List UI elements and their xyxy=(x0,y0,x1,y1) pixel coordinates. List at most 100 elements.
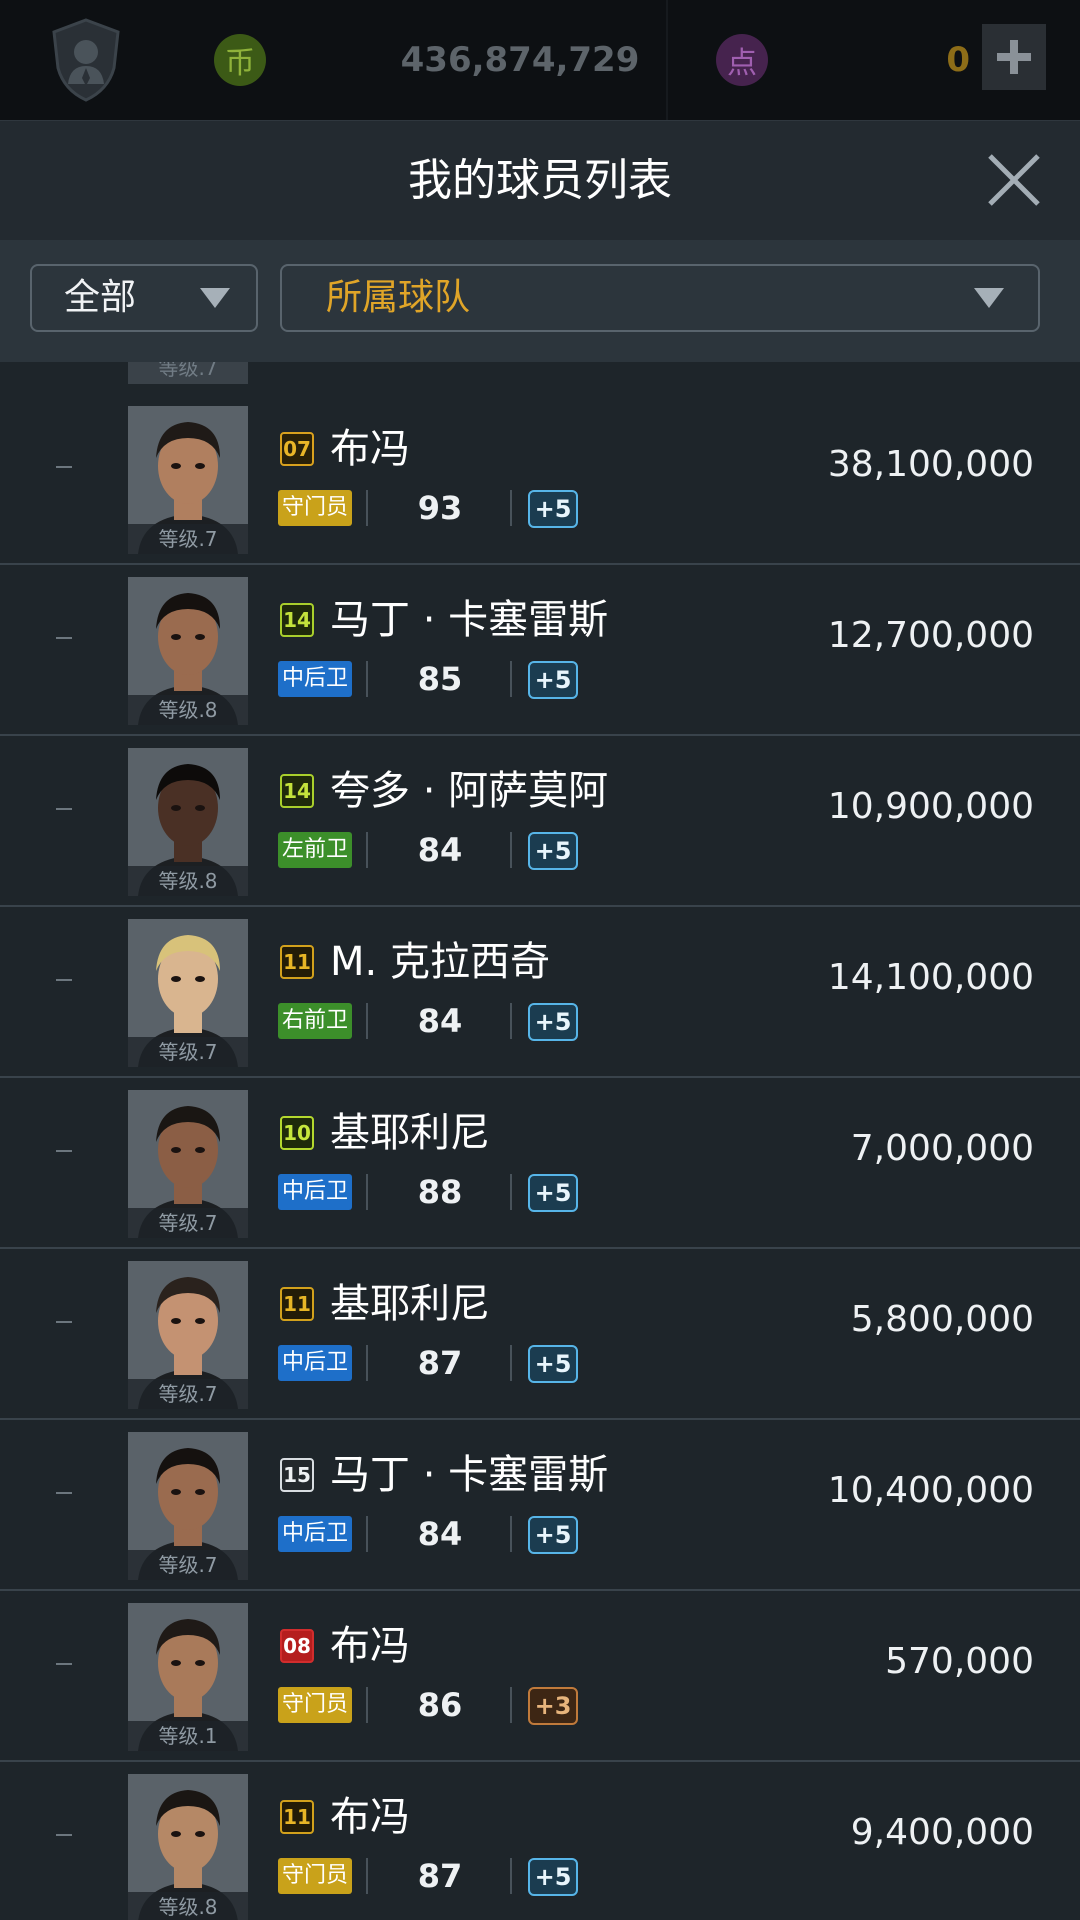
divider xyxy=(510,1516,512,1552)
player-name: M. 克拉西奇 xyxy=(330,939,550,985)
divider xyxy=(510,1858,512,1894)
player-portrait: 等级.8 xyxy=(128,748,248,896)
season-badge: 11 xyxy=(280,1287,314,1321)
divider xyxy=(510,490,512,526)
season-badge: 11 xyxy=(280,945,314,979)
player-price: 10,900,000 xyxy=(827,786,1034,827)
close-button[interactable] xyxy=(984,150,1044,210)
point-balance: 0 xyxy=(946,40,970,80)
position-badge: 守门员 xyxy=(278,490,352,526)
divider xyxy=(510,1687,512,1723)
player-price: 9,400,000 xyxy=(850,1812,1034,1853)
list-dash xyxy=(56,1150,72,1152)
player-price: 570,000 xyxy=(885,1641,1034,1682)
list-dash xyxy=(56,466,72,468)
divider xyxy=(366,1345,368,1381)
divider xyxy=(666,0,668,120)
list-dash xyxy=(56,1321,72,1323)
overall-rating: 93 xyxy=(417,489,463,527)
player-name: 布冯 xyxy=(330,1794,410,1840)
table-row[interactable]: 等级.1 08 布冯 守门员 86 +3 570,000 xyxy=(0,1591,1080,1762)
chevron-down-icon xyxy=(200,288,230,308)
list-item-partial[interactable]: 等级.7 xyxy=(0,362,1080,396)
upgrade-badge: +5 xyxy=(528,1174,578,1212)
divider xyxy=(366,1858,368,1894)
category-dropdown[interactable]: 全部 xyxy=(30,264,258,332)
player-name: 布冯 xyxy=(330,1623,410,1669)
player-portrait: 等级.7 xyxy=(128,1432,248,1580)
divider xyxy=(510,1003,512,1039)
player-level: 等级.7 xyxy=(128,524,248,554)
table-row[interactable]: 等级.7 11 基耶利尼 中后卫 87 +5 5,800,000 xyxy=(0,1249,1080,1420)
table-row[interactable]: 等级.7 11 M. 克拉西奇 右前卫 84 +5 14,100,000 xyxy=(0,907,1080,1078)
table-row[interactable]: 等级.8 14 夸多 · 阿萨莫阿 左前卫 84 +5 10,900,000 xyxy=(0,736,1080,907)
position-badge: 中后卫 xyxy=(278,1345,352,1381)
status-bar: 币 436,874,729 点 0 xyxy=(0,0,1080,120)
divider xyxy=(366,490,368,526)
category-dropdown-label: 全部 xyxy=(64,277,137,318)
player-level: 等级.7 xyxy=(128,1379,248,1409)
coin-icon: 币 xyxy=(214,34,266,86)
overall-rating: 84 xyxy=(417,1515,463,1553)
list-dash xyxy=(56,808,72,810)
player-name: 夸多 · 阿萨莫阿 xyxy=(330,768,609,814)
season-badge: 14 xyxy=(280,774,314,808)
table-row[interactable]: 等级.8 11 布冯 守门员 87 +5 9,400,000 xyxy=(0,1762,1080,1920)
player-name: 基耶利尼 xyxy=(330,1110,490,1156)
divider xyxy=(366,1174,368,1210)
table-row[interactable]: 等级.7 10 基耶利尼 中后卫 88 +5 7,000,000 xyxy=(0,1078,1080,1249)
overall-rating: 87 xyxy=(417,1857,463,1895)
position-badge: 中后卫 xyxy=(278,1174,352,1210)
player-level: 等级.1 xyxy=(128,1721,248,1751)
team-dropdown[interactable]: 所属球队 xyxy=(280,264,1040,332)
title-bar: 我的球员列表 xyxy=(0,120,1080,241)
player-portrait: 等级.8 xyxy=(128,577,248,725)
team-dropdown-label: 所属球队 xyxy=(326,277,471,318)
close-icon xyxy=(988,154,1040,206)
chevron-down-icon xyxy=(974,288,1004,308)
player-name: 马丁 · 卡塞雷斯 xyxy=(330,1452,609,1498)
divider xyxy=(366,1003,368,1039)
player-price: 38,100,000 xyxy=(827,444,1034,485)
overall-rating: 88 xyxy=(417,1173,463,1211)
player-level: 等级.7 xyxy=(128,1208,248,1238)
upgrade-badge: +5 xyxy=(528,832,578,870)
upgrade-badge: +5 xyxy=(528,1003,578,1041)
player-list[interactable]: 等级.7 等级.7 07 布冯 守门员 93 +5 38,100,000 等级.… xyxy=(0,362,1080,1920)
player-level: 等级.8 xyxy=(128,695,248,725)
overall-rating: 85 xyxy=(417,660,463,698)
plus-icon xyxy=(997,40,1031,74)
player-level: 等级.7 xyxy=(128,1037,248,1067)
player-level: 等级.7 xyxy=(128,1550,248,1580)
divider xyxy=(510,832,512,868)
player-portrait: 等级.7 xyxy=(128,1090,248,1238)
table-row[interactable]: 等级.7 07 布冯 守门员 93 +5 38,100,000 xyxy=(0,394,1080,565)
player-level: 等级.8 xyxy=(128,1892,248,1920)
divider xyxy=(366,661,368,697)
overall-rating: 84 xyxy=(417,831,463,869)
position-badge: 守门员 xyxy=(278,1687,352,1723)
list-dash xyxy=(56,1663,72,1665)
profile-shield-icon[interactable] xyxy=(50,18,122,102)
list-dash xyxy=(56,637,72,639)
upgrade-badge: +5 xyxy=(528,1345,578,1383)
table-row[interactable]: 等级.8 14 马丁 · 卡塞雷斯 中后卫 85 +5 12,700,000 xyxy=(0,565,1080,736)
overall-rating: 86 xyxy=(417,1686,463,1724)
player-name: 布冯 xyxy=(330,426,410,472)
upgrade-badge: +5 xyxy=(528,1858,578,1896)
player-portrait: 等级.7 xyxy=(128,406,248,554)
position-badge: 守门员 xyxy=(278,1858,352,1894)
upgrade-badge: +5 xyxy=(528,490,578,528)
table-row[interactable]: 等级.7 15 马丁 · 卡塞雷斯 中后卫 84 +5 10,400,000 xyxy=(0,1420,1080,1591)
player-name: 马丁 · 卡塞雷斯 xyxy=(330,597,609,643)
season-badge: 11 xyxy=(280,1800,314,1834)
list-dash xyxy=(56,1834,72,1836)
list-dash xyxy=(56,1492,72,1494)
add-points-button[interactable] xyxy=(982,24,1046,90)
upgrade-badge: +5 xyxy=(528,1516,578,1554)
player-name: 基耶利尼 xyxy=(330,1281,490,1327)
player-price: 5,800,000 xyxy=(850,1299,1034,1340)
coin-balance: 436,874,729 xyxy=(400,40,640,80)
overall-rating: 84 xyxy=(417,1002,463,1040)
player-price: 10,400,000 xyxy=(827,1470,1034,1511)
